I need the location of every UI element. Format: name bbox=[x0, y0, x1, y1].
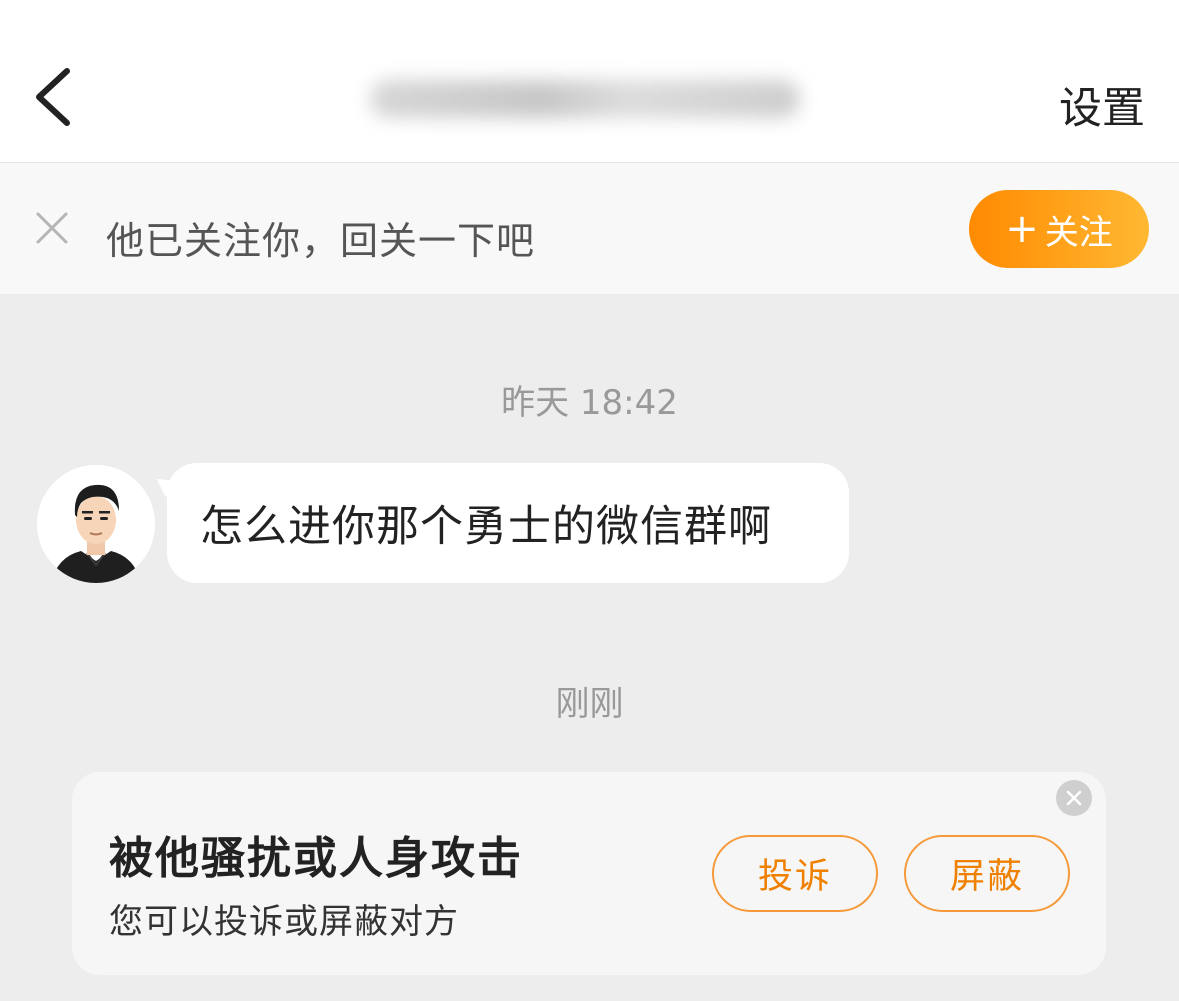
card-title: 被他骚扰或人身攻击 bbox=[109, 833, 523, 884]
message-timestamp-recent: 刚刚 bbox=[555, 684, 624, 724]
follow-back-banner: 他已关注你，回关一下吧 + 关注 bbox=[0, 163, 1179, 294]
block-button[interactable]: 屏蔽 bbox=[904, 835, 1070, 912]
message-timestamp: 昨天 18:42 bbox=[501, 383, 678, 423]
plus-icon: + bbox=[1005, 206, 1039, 252]
dismiss-banner-button[interactable] bbox=[34, 210, 70, 246]
report-button[interactable]: 投诉 bbox=[712, 835, 878, 912]
follow-button[interactable]: + 关注 bbox=[969, 190, 1149, 268]
harassment-report-card: 被他骚扰或人身攻击 您可以投诉或屏蔽对方 投诉 屏蔽 bbox=[72, 772, 1106, 975]
back-button[interactable] bbox=[30, 66, 76, 128]
avatar[interactable] bbox=[37, 465, 155, 583]
chevron-left-icon bbox=[36, 68, 70, 126]
settings-button[interactable]: 设置 bbox=[1059, 74, 1145, 136]
message-text: 怎么进你那个勇士的微信群啊 bbox=[200, 502, 772, 552]
chat-header: yofyofyof00000000 设置 bbox=[0, 0, 1179, 163]
card-subtitle: 您可以投诉或屏蔽对方 bbox=[109, 902, 459, 942]
user-avatar-illustration bbox=[37, 465, 155, 583]
chat-partner-name: yofyofyof00000000 bbox=[370, 80, 800, 118]
close-circle-icon bbox=[1066, 790, 1082, 806]
close-icon bbox=[36, 212, 68, 244]
follow-button-label: 关注 bbox=[1044, 212, 1113, 253]
card-close-button[interactable] bbox=[1056, 780, 1092, 816]
follow-back-message: 他已关注你，回关一下吧 bbox=[106, 219, 536, 263]
message-bubble[interactable]: 怎么进你那个勇士的微信群啊 bbox=[167, 463, 849, 583]
